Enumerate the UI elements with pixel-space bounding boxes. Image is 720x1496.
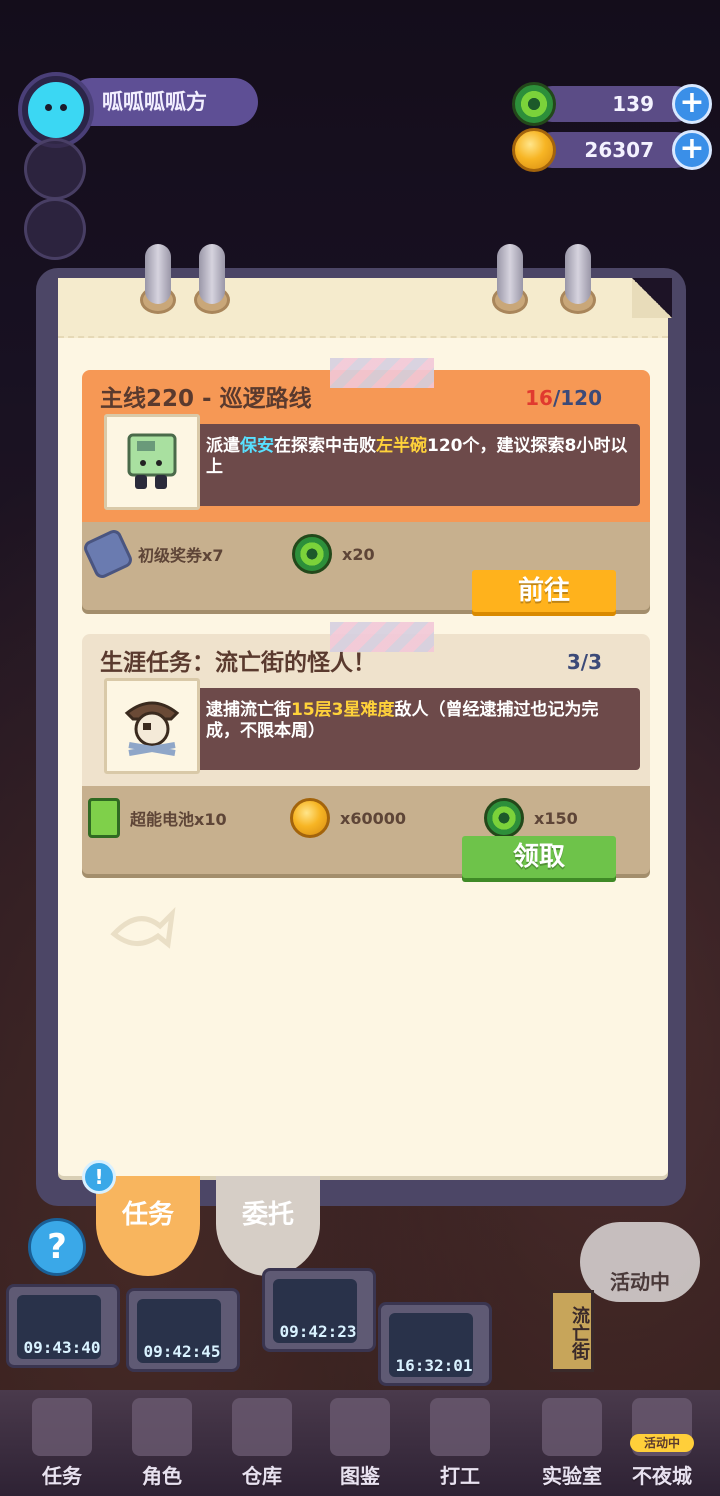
nav-label: 角色 <box>142 1464 182 1488</box>
help-button[interactable]: ? <box>28 1218 86 1276</box>
reward-item: 初级奖券x7 <box>81 527 224 581</box>
nav-codex[interactable]: 图鉴 <box>312 1398 408 1494</box>
go-button[interactable]: 前往 <box>472 570 616 612</box>
avatar[interactable] <box>18 72 94 148</box>
desc-text: 逮捕流亡街 <box>206 700 291 720</box>
book-icon <box>330 1398 390 1456</box>
tape-decoration <box>330 358 434 388</box>
timer-text: 09:43:40 <box>23 1338 101 1357</box>
reward-label: 初级奖券x7 <box>138 546 224 565</box>
main-quest-progress-total: /120 <box>552 386 602 410</box>
add-donut-button[interactable]: + <box>672 84 712 124</box>
career-quest-card: 生涯任务：流亡街的怪人！ 3/3 逮捕流亡街15层3星难度敌人（曾经逮捕过也记为… <box>82 634 650 878</box>
main-quest-thumbnail <box>104 414 200 510</box>
currency-donut: 139 + <box>512 82 712 126</box>
reward-label: x20 <box>342 544 375 564</box>
reward-item: x60000 <box>290 798 406 838</box>
claim-button[interactable]: 领取 <box>462 836 616 878</box>
cat-avatar-icon <box>28 82 84 138</box>
timer-text: 09:42:23 <box>279 1322 357 1341</box>
reward-item: x20 <box>292 534 375 574</box>
career-quest-header: 生涯任务：流亡街的怪人！ 3/3 逮捕流亡街15层3星难度敌人（曾经逮捕过也记为… <box>82 634 650 786</box>
desc-text: 在探索中击败 <box>274 436 376 456</box>
currency-gold: 26307 + <box>512 128 712 172</box>
main-quest-description: 派遣保安在探索中击败左半碗120个，建议探索8小时以上 <box>186 424 640 506</box>
gold-coin-icon <box>512 128 556 172</box>
desc-text: 派遣 <box>206 436 240 456</box>
timer-text: 16:32:01 <box>395 1356 473 1375</box>
reward-label: x60000 <box>340 808 406 828</box>
character-portrait-icon <box>132 1398 192 1456</box>
nav-characters[interactable]: 角色 <box>114 1398 210 1494</box>
career-quest-rewards: 超能电池x10 x60000 x150 领取 <box>82 786 650 878</box>
career-quest-progress: 3/3 <box>566 650 602 674</box>
timer-monitor[interactable]: 09:43:40 <box>6 1284 120 1368</box>
reward-label: x150 <box>534 808 578 828</box>
binder-ring <box>565 244 591 304</box>
reward-item: 超能电池x10 <box>88 798 227 838</box>
desc-difficulty: 15层3星难度 <box>291 700 395 720</box>
nav-label: 打工 <box>440 1464 480 1488</box>
pirate-skull-icon <box>124 701 180 756</box>
ticket-icon <box>81 527 135 581</box>
page-fold <box>632 278 672 318</box>
briefcase-icon <box>232 1398 292 1456</box>
timer-monitor[interactable]: 09:42:45 <box>126 1288 240 1372</box>
gold-coin-icon <box>290 798 330 838</box>
nav-label: 实验室 <box>542 1464 602 1488</box>
notification-badge: ! <box>82 1160 116 1194</box>
work-frame-icon <box>430 1398 490 1456</box>
green-donut-coin-icon <box>292 534 332 574</box>
quest-notebook: 主线220 - 巡逻路线 16/120 派遣保安在探索中击败左半碗120个，建议… <box>58 244 672 1176</box>
fish-doodle-icon <box>110 907 176 949</box>
player-name: 呱呱呱呱方 <box>68 78 258 126</box>
nav-label: 图鉴 <box>340 1464 380 1488</box>
green-donut-coin-icon <box>484 798 524 838</box>
donut-amount: 139 <box>534 86 694 122</box>
career-quest-description: 逮捕流亡街15层3星难度敌人（曾经逮捕过也记为完成，不限本周） <box>186 688 640 770</box>
main-quest-card: 主线220 - 巡逻路线 16/120 派遣保安在探索中击败左半碗120个，建议… <box>81 370 650 612</box>
career-quest-thumbnail <box>104 678 200 774</box>
lab-flask-icon <box>542 1398 602 1456</box>
main-quest-progress-current: 16 <box>525 386 553 410</box>
desc-role: 保安 <box>240 436 274 456</box>
timer-monitor[interactable]: 09:42:23 <box>262 1268 376 1352</box>
nav-label: 不夜城 <box>632 1464 692 1488</box>
main-quest-progress: 16/120 <box>525 386 602 410</box>
nav-label: 仓库 <box>242 1464 282 1488</box>
nav-warehouse[interactable]: 仓库 <box>214 1398 310 1494</box>
timer-text: 09:42:45 <box>143 1342 221 1361</box>
reward-item: x150 <box>484 798 578 838</box>
settings-gear-icon[interactable] <box>24 198 86 260</box>
nav-event-tag: 活动中 <box>630 1434 694 1452</box>
player-profile[interactable]: 呱呱呱呱方 <box>18 72 258 148</box>
binder-ring <box>145 244 171 304</box>
tab-tasks[interactable]: 任务 <box>96 1176 200 1276</box>
reward-label: 超能电池x10 <box>130 810 227 829</box>
nav-tasks[interactable]: 任务 <box>14 1398 110 1494</box>
street-sign[interactable]: 流亡街 <box>550 1290 594 1372</box>
timer-monitor[interactable]: 16:32:01 <box>378 1302 492 1386</box>
nav-lab[interactable]: 实验室 <box>524 1398 620 1494</box>
gold-amount: 26307 <box>534 132 694 168</box>
desc-enemy: 左半碗 <box>376 436 427 456</box>
side-menu-icon[interactable] <box>24 138 86 200</box>
binder-ring <box>497 244 523 304</box>
tape-decoration <box>330 622 434 652</box>
green-donut-coin-icon <box>512 82 556 126</box>
event-bubble[interactable]: 活动中 <box>580 1222 700 1302</box>
nav-work[interactable]: 打工 <box>412 1398 508 1494</box>
main-quest-rewards: 初级奖券x7 x20 前往 <box>81 522 650 612</box>
bottom-nav: 任务 角色 仓库 图鉴 打工 实验室 不夜城 <box>0 1390 720 1496</box>
nav-label: 任务 <box>42 1464 82 1488</box>
trash-monster-icon <box>127 433 177 489</box>
battery-icon <box>88 798 120 838</box>
tab-commissions[interactable]: 委托 <box>216 1176 320 1276</box>
clipboard-icon <box>32 1398 92 1456</box>
add-gold-button[interactable]: + <box>672 130 712 170</box>
binder-ring <box>199 244 225 304</box>
main-quest-header: 主线220 - 巡逻路线 16/120 派遣保安在探索中击败左半碗120个，建议… <box>82 370 650 522</box>
